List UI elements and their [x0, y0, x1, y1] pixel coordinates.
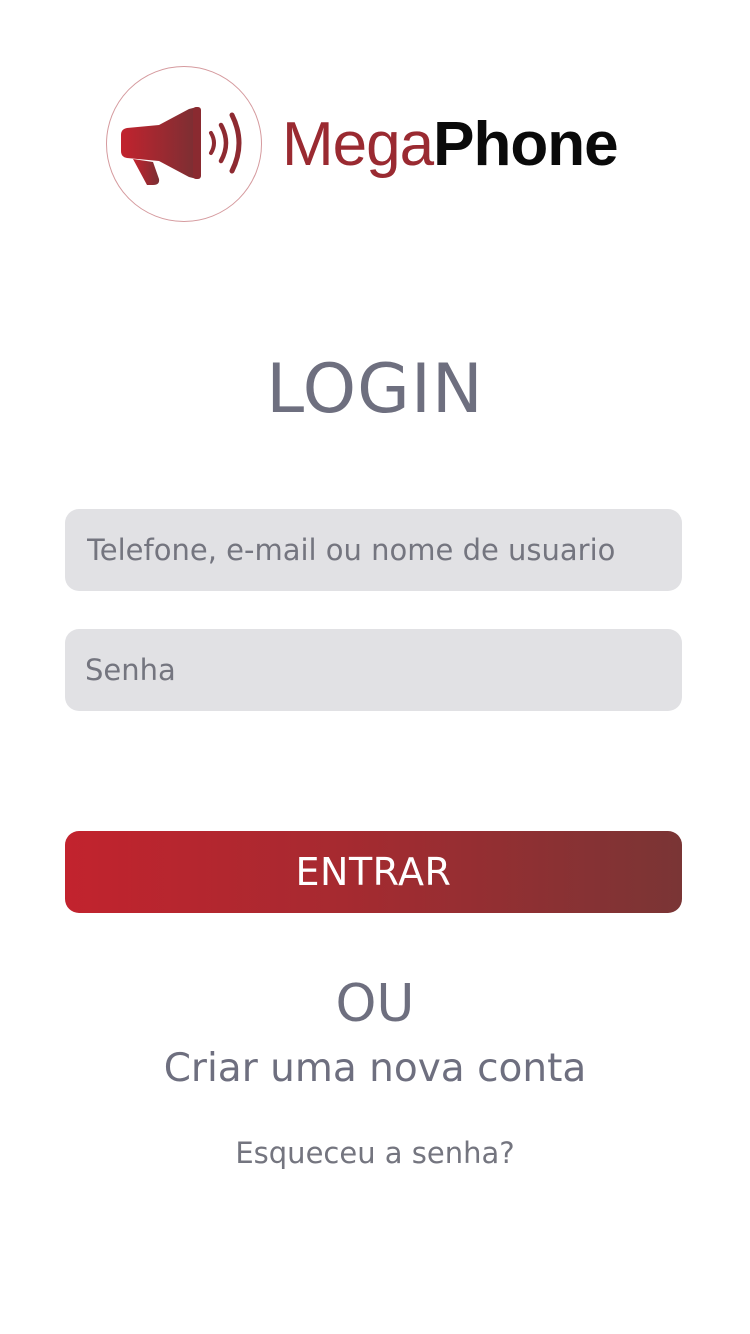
logo-emblem — [106, 66, 262, 222]
brand-name-phone: Phone — [433, 109, 618, 179]
brand-name-mega: Mega — [282, 109, 434, 179]
username-field-container — [65, 509, 682, 591]
password-field-container — [65, 629, 682, 711]
username-input[interactable] — [65, 509, 682, 591]
brand-wordmark: Mega Phone — [282, 104, 619, 184]
page-title: LOGIN — [266, 350, 484, 429]
or-divider-label: OU — [335, 974, 415, 1034]
megaphone-icon — [121, 107, 242, 185]
login-button[interactable]: ENTRAR — [65, 831, 682, 913]
forgot-password-link[interactable]: Esqueceu a senha? — [0, 1136, 750, 1170]
create-account-link[interactable]: Criar uma nova conta — [0, 1046, 750, 1091]
brand-logo: Mega Phone — [106, 66, 666, 222]
password-input[interactable] — [65, 629, 682, 711]
